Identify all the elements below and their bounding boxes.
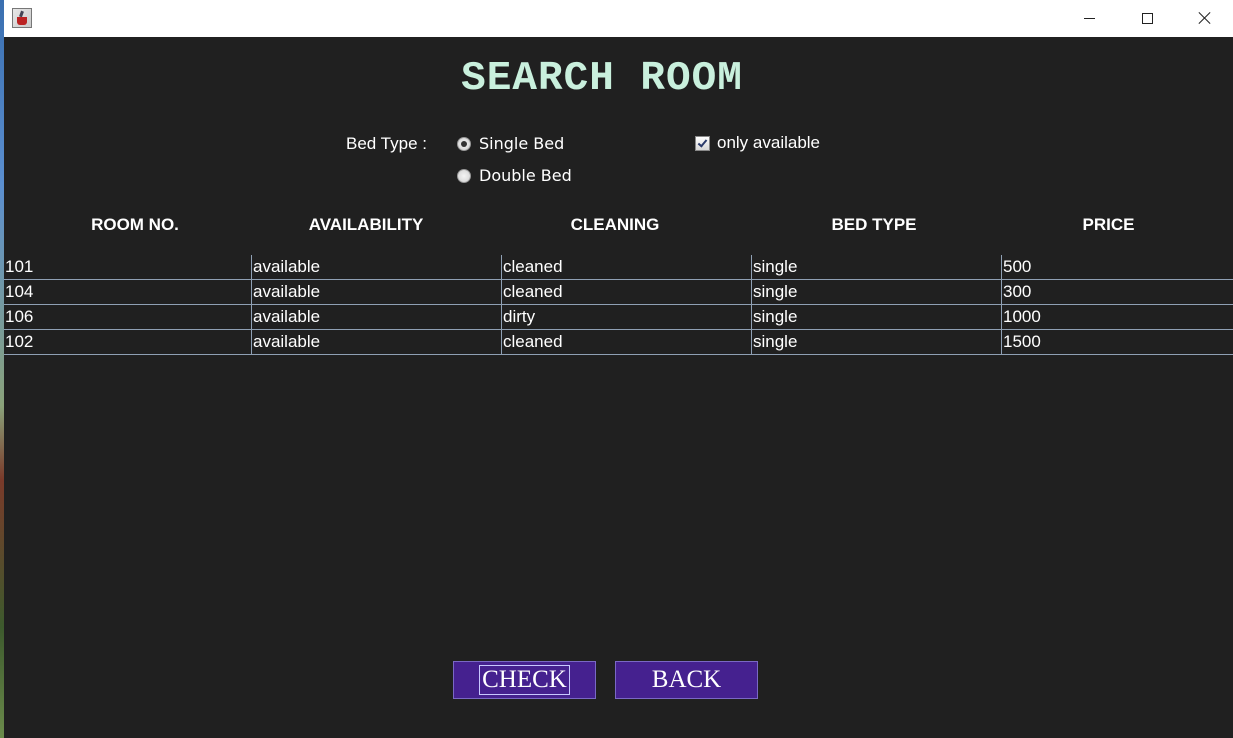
header-room-no: ROOM NO.: [91, 215, 179, 234]
check-button[interactable]: CHECK: [453, 661, 596, 699]
header-bed-type: BED TYPE: [831, 215, 917, 234]
table-cell[interactable]: single: [751, 305, 1001, 329]
title-bar: [4, 0, 1233, 37]
double-bed-label: Double Bed: [479, 166, 572, 185]
close-button[interactable]: [1176, 0, 1233, 36]
table-row[interactable]: 104 available cleaned single 300: [4, 280, 1233, 305]
table-cell[interactable]: cleaned: [501, 330, 751, 354]
header-availability: AVAILABILITY: [308, 215, 424, 234]
table-cell[interactable]: single: [751, 255, 1001, 279]
single-bed-radio[interactable]: Single Bed: [457, 134, 564, 153]
table-cell[interactable]: cleaned: [501, 280, 751, 304]
only-available-checkbox[interactable]: only available: [695, 133, 820, 153]
table-row[interactable]: 106 available dirty single 1000: [4, 305, 1233, 330]
header-cleaning: CLEANING: [570, 215, 660, 234]
back-button[interactable]: BACK: [615, 661, 758, 699]
header-price: PRICE: [1082, 215, 1135, 234]
table-cell[interactable]: 104: [4, 280, 251, 304]
table-cell[interactable]: 500: [1001, 255, 1233, 279]
minimize-button[interactable]: [1060, 0, 1118, 36]
table-header: ROOM NO. AVAILABILITY CLEANING BED TYPE …: [4, 215, 1233, 237]
bed-type-label: Bed Type :: [346, 134, 427, 153]
java-app-icon: [12, 8, 32, 28]
table-cell[interactable]: 101: [4, 255, 251, 279]
close-icon: [1198, 11, 1212, 25]
radio-unselected-icon: [457, 168, 471, 183]
maximize-icon: [1141, 12, 1153, 24]
table-cell[interactable]: single: [751, 280, 1001, 304]
table-cell[interactable]: available: [251, 255, 501, 279]
table-cell[interactable]: 1500: [1001, 330, 1233, 354]
table-cell[interactable]: 1000: [1001, 305, 1233, 329]
table-cell[interactable]: single: [751, 330, 1001, 354]
radio-selected-icon: [457, 136, 471, 151]
maximize-button[interactable]: [1118, 0, 1176, 36]
table-cell[interactable]: available: [251, 330, 501, 354]
table-cell[interactable]: 106: [4, 305, 251, 329]
table-cell[interactable]: cleaned: [501, 255, 751, 279]
table-cell[interactable]: available: [251, 280, 501, 304]
table-cell[interactable]: 300: [1001, 280, 1233, 304]
checkbox-checked-icon: [695, 135, 710, 151]
single-bed-label: Single Bed: [479, 134, 565, 153]
check-button-label: CHECK: [479, 665, 570, 695]
page-title: SEARCH ROOM: [461, 56, 743, 102]
double-bed-radio[interactable]: Double Bed: [457, 166, 572, 185]
table-row[interactable]: 101 available cleaned single 500: [4, 255, 1233, 280]
table-cell[interactable]: available: [251, 305, 501, 329]
table-cell[interactable]: dirty: [501, 305, 751, 329]
minimize-icon: [1083, 17, 1095, 19]
table-row[interactable]: 102 available cleaned single 1500: [4, 330, 1233, 355]
search-room-window: SEARCH ROOM Bed Type : Single Bed Double…: [4, 0, 1233, 738]
table-cell[interactable]: 102: [4, 330, 251, 354]
rooms-table: 101 available cleaned single 500 104 ava…: [4, 255, 1233, 355]
back-button-label: BACK: [651, 666, 722, 693]
only-available-label: only available: [717, 133, 821, 152]
